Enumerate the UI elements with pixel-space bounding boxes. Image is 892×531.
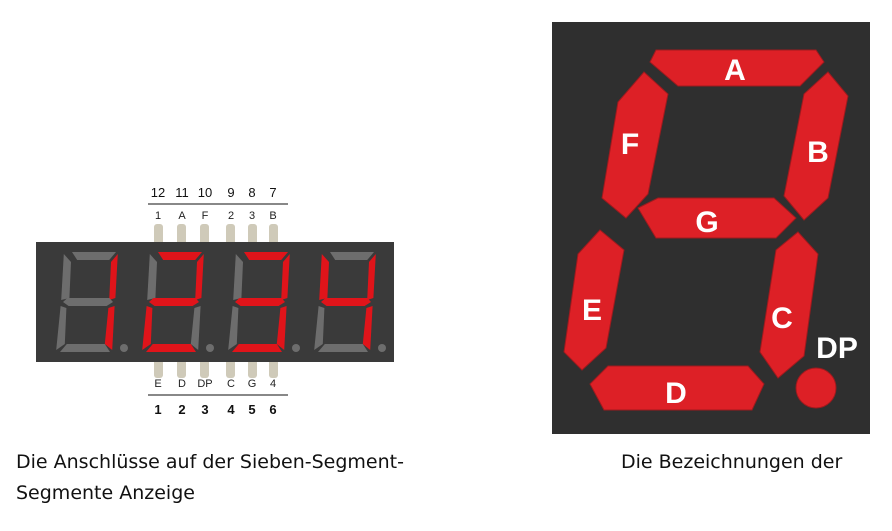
digit-4-segment-g xyxy=(321,298,371,306)
segment-label-g: G xyxy=(695,206,718,239)
digit-4-decimal-point xyxy=(378,344,386,352)
digit-3-segment-d xyxy=(232,344,282,352)
digit-3-segment-a xyxy=(244,252,288,260)
bottom-pin-label: C xyxy=(227,378,235,390)
bottom-pin-label: G xyxy=(248,378,257,390)
segment-label-e: E xyxy=(582,294,602,327)
bottom-pin-number: 3 xyxy=(201,402,208,417)
bottom-pin-label: D xyxy=(178,378,186,390)
digit-2-segment-a xyxy=(158,252,202,260)
four-digit-display-figure: 12 11 10 9 8 7 1 A F 2 3 B E D DP C G 4 … xyxy=(36,185,394,417)
segment-label-c: C xyxy=(771,302,793,335)
segment-label-f: F xyxy=(621,128,639,161)
bottom-pin-number: 4 xyxy=(227,402,235,417)
top-pin-label: B xyxy=(269,210,276,222)
top-pin-label: F xyxy=(202,210,209,222)
bottom-pin-number: 2 xyxy=(178,402,185,417)
digit-3-segment-g xyxy=(235,298,285,306)
left-caption-line2: Segmente Anzeige xyxy=(16,482,195,504)
digit-1-segment-d xyxy=(60,344,110,352)
bottom-pin-label: 4 xyxy=(270,378,276,390)
segment-dp xyxy=(795,367,837,409)
top-pin-number: 7 xyxy=(269,185,276,200)
bottom-pin-labels: E D DP C G 4 xyxy=(154,378,276,390)
top-pin-label: A xyxy=(178,210,186,222)
digit-4-segment-d xyxy=(318,344,368,352)
top-pin-labels: 1 A F 2 3 B xyxy=(155,210,277,222)
digit-2-segment-d xyxy=(146,344,196,352)
digit-3-decimal-point xyxy=(292,344,300,352)
digit-2-decimal-point xyxy=(206,344,214,352)
right-caption: Die Bezeichnungen der xyxy=(621,451,843,473)
top-pin-label: 3 xyxy=(249,210,255,222)
left-caption-line1: Die Anschlüsse auf der Sieben-Segment- xyxy=(16,451,404,473)
bottom-pin-number: 6 xyxy=(269,402,276,417)
top-pin-number: 9 xyxy=(227,185,234,200)
segment-naming-figure: A F B G E C D DP xyxy=(552,22,870,434)
digit-2-segment-g xyxy=(149,298,199,306)
bottom-pin-number: 5 xyxy=(248,402,255,417)
bottom-pin-numbers: 1 2 3 4 5 6 xyxy=(154,402,276,417)
top-pin-number: 12 xyxy=(151,185,165,200)
top-pin-number: 10 xyxy=(198,185,212,200)
segment-label-dp: DP xyxy=(816,332,858,365)
top-pin-number: 8 xyxy=(248,185,255,200)
bottom-pin-number: 1 xyxy=(154,402,161,417)
top-pin-number: 11 xyxy=(175,185,189,200)
digit-4-segment-a xyxy=(330,252,374,260)
bottom-pin-label: DP xyxy=(197,378,212,390)
segment-label-a: A xyxy=(724,54,746,87)
segment-diagram: A F B G E C D DP xyxy=(563,49,858,411)
top-pin-label: 2 xyxy=(228,210,234,222)
digit-1-segment-g xyxy=(63,298,113,306)
top-pin-label: 1 xyxy=(155,210,161,222)
digit-1-decimal-point xyxy=(120,344,128,352)
bottom-pin-label: E xyxy=(154,378,161,390)
top-pin-numbers: 12 11 10 9 8 7 xyxy=(151,185,277,200)
segment-label-b: B xyxy=(807,136,829,169)
segment-label-d: D xyxy=(665,377,687,410)
digit-1-segment-a xyxy=(72,252,116,260)
